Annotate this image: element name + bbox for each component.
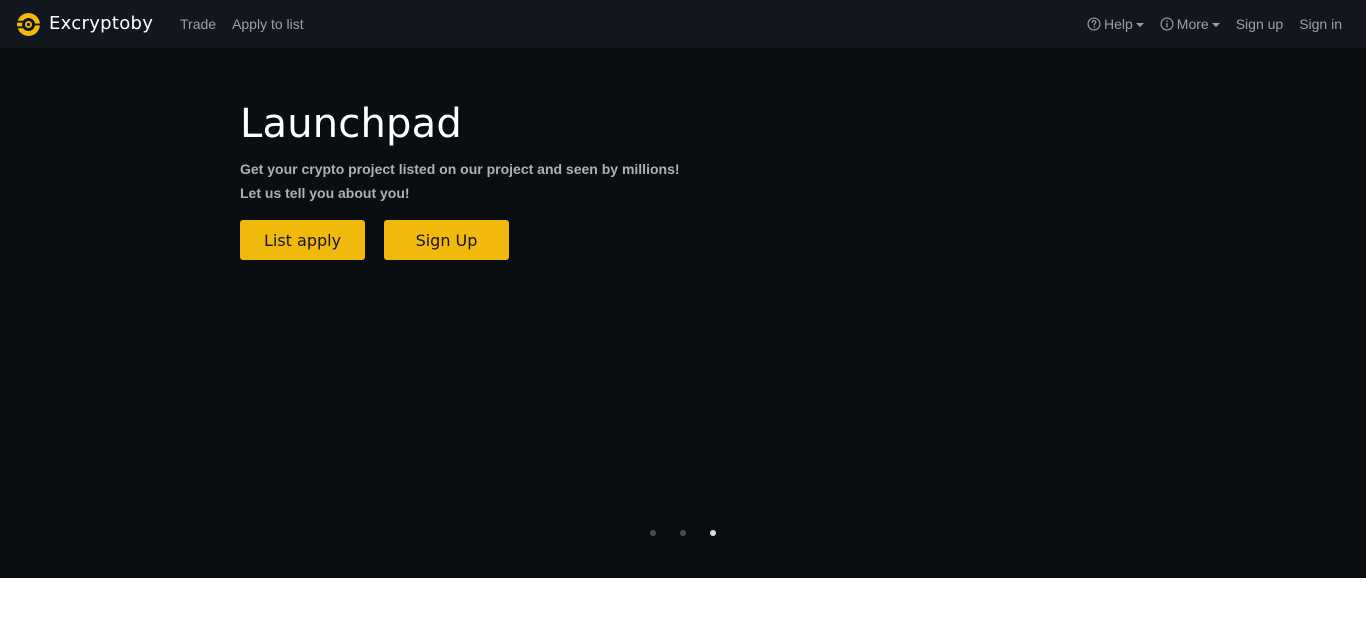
- nav-trade-link[interactable]: Trade: [180, 0, 216, 48]
- hero-subtitle-line-2: Let us tell you about you!: [240, 185, 410, 201]
- hero-subtitle-line-1: Get your crypto project listed on our pr…: [240, 161, 680, 177]
- list-apply-button[interactable]: List apply: [240, 220, 365, 260]
- secondary-nav: Help More Sign up Sign in: [1087, 0, 1342, 48]
- caret-down-icon: [1211, 22, 1220, 27]
- carousel-dot-3[interactable]: [710, 530, 716, 536]
- primary-nav: Trade Apply to list: [180, 0, 304, 48]
- brand-home-link[interactable]: Excryptoby: [16, 12, 153, 36]
- hero-title: Launchpad: [240, 101, 462, 147]
- more-label: More: [1176, 16, 1209, 32]
- brand-name: Excryptoby: [49, 13, 154, 34]
- nav-sign-up-link[interactable]: Sign up: [1236, 0, 1283, 48]
- question-circle-icon: [1087, 17, 1101, 31]
- info-circle-icon: [1160, 17, 1174, 31]
- top-navbar: Excryptoby Trade Apply to list Help More…: [0, 0, 1366, 48]
- hero-carousel-slide: Launchpad Get your crypto project listed…: [0, 48, 1366, 578]
- carousel-dot-1[interactable]: [650, 530, 656, 536]
- carousel-dot-2[interactable]: [680, 530, 686, 536]
- brand-logo-icon: [16, 12, 41, 36]
- nav-sign-in-link[interactable]: Sign in: [1299, 0, 1342, 48]
- nav-apply-to-list-link[interactable]: Apply to list: [232, 0, 304, 48]
- page-content-area: [0, 578, 1366, 635]
- help-label: Help: [1104, 16, 1133, 32]
- caret-down-icon: [1135, 22, 1144, 27]
- sign-up-button[interactable]: Sign Up: [384, 220, 509, 260]
- more-dropdown[interactable]: More: [1160, 0, 1220, 48]
- help-dropdown[interactable]: Help: [1087, 0, 1144, 48]
- carousel-indicators: [650, 530, 716, 536]
